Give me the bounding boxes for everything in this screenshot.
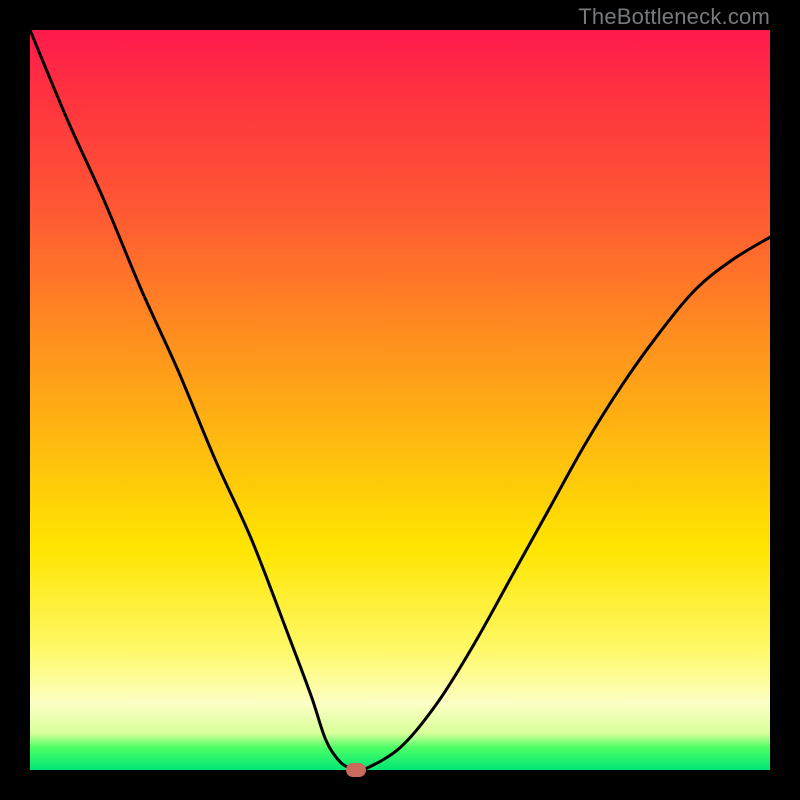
plot-area	[30, 30, 770, 770]
watermark-text: TheBottleneck.com	[578, 4, 770, 30]
chart-container: TheBottleneck.com	[0, 0, 800, 800]
curve-svg	[30, 30, 770, 770]
optimal-point-marker	[346, 763, 366, 777]
bottleneck-curve	[30, 30, 770, 770]
